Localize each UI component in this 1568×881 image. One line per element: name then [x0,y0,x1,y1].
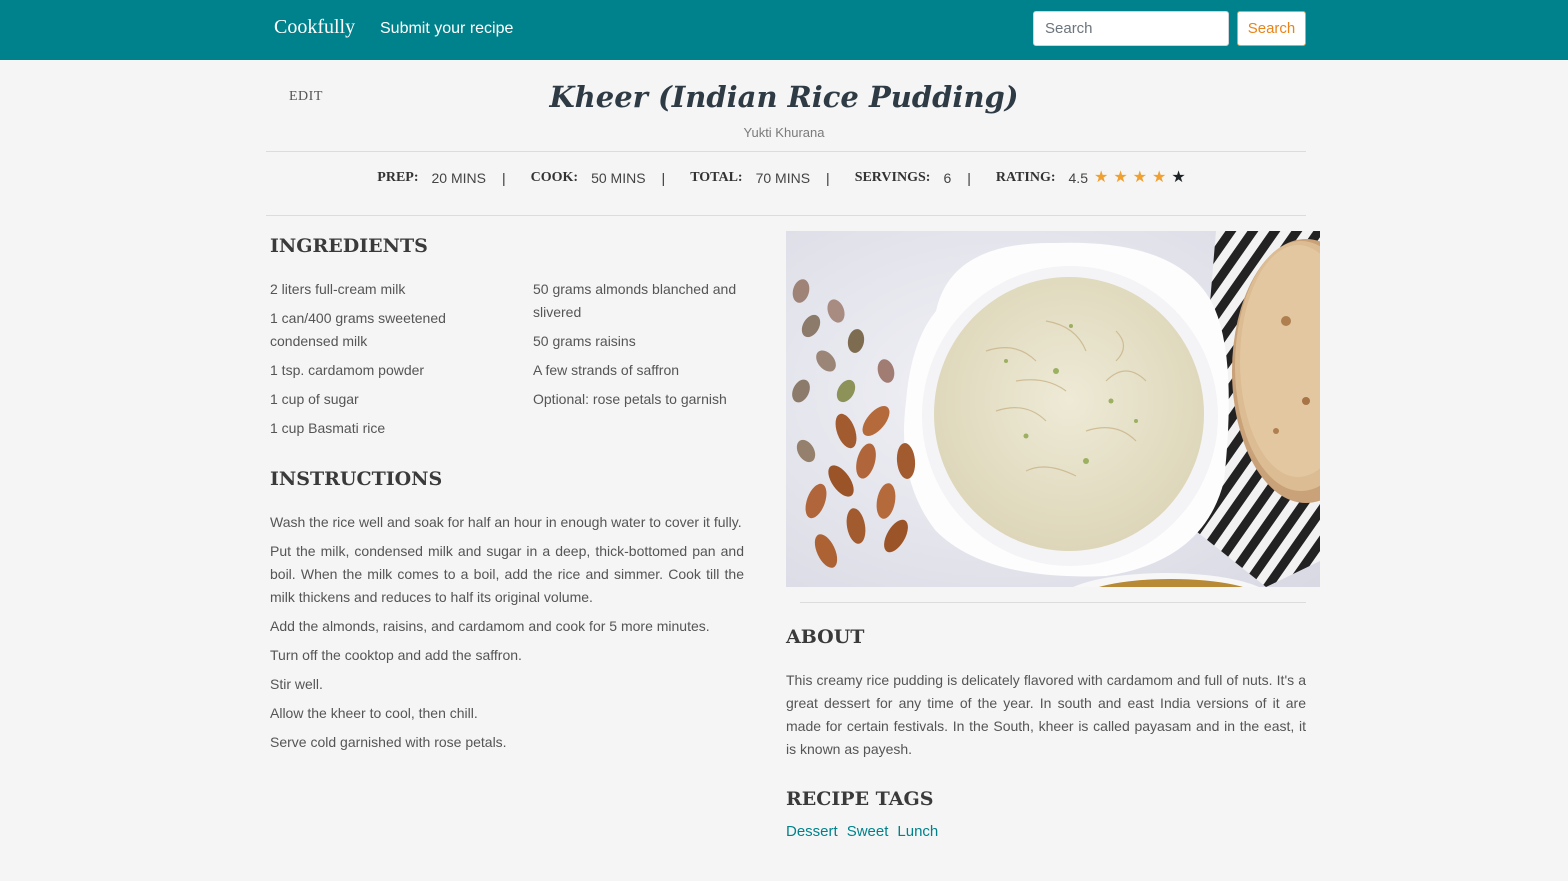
instruction-step: Turn off the cooktop and add the saffron… [270,647,522,663]
ingredient-item: Optional: rose petals to garnish [533,391,727,407]
recipe-tag-link[interactable]: Lunch [897,823,938,840]
rating-label: RATING: [995,170,1056,185]
instruction-step: Wash the rice well and soak for half an … [270,514,742,530]
ingredients-list-right: 50 grams almonds blanched and slivered 50… [533,278,748,417]
recipe-tag-link[interactable]: Dessert [786,823,838,840]
recipe-title: Kheer (Indian Rice Pudding) [549,80,1019,114]
rating: RATING: 4.5 ★ ★ ★ ★ ★ [995,170,1191,187]
star-icon: ★ [1152,169,1167,186]
total-label: TOTAL: [690,170,743,185]
rating-stars: ★ ★ ★ ★ ★ [1094,170,1191,186]
instruction-step: Put the milk, condensed milk and sugar i… [270,543,744,605]
rating-value: 4.5 [1068,170,1088,186]
recipe-meta-row: PREP: 20 MINS | COOK: 50 MINS | TOTAL: 7… [0,170,1568,187]
meta-divider [266,215,1306,216]
meta-separator: | [661,170,666,186]
search-input[interactable] [1033,11,1229,46]
ingredient-item: 1 tsp. cardamom powder [270,362,425,378]
search-button[interactable]: Search [1237,11,1306,46]
star-icon: ★ [1171,169,1186,186]
servings-value: 6 [943,170,952,186]
cook-time: COOK: 50 MINS | [531,170,691,186]
servings: SERVINGS: 6 | [855,170,996,186]
ingredient-item: 1 cup of sugar [270,391,359,407]
meta-separator: | [967,170,971,186]
prep-time: PREP: 20 MINS | [377,170,530,186]
prep-value: 20 MINS [431,170,486,186]
cook-label: COOK: [530,170,579,185]
brand-logo[interactable]: Cookfully [274,16,355,39]
instruction-step: Allow the kheer to cool, then chill. [270,705,478,721]
submit-recipe-link[interactable]: Submit your recipe [380,20,513,38]
instructions-heading: INSTRUCTIONS [270,468,443,490]
recipe-photo [786,231,1320,587]
recipe-tags-heading: RECIPE TAGS [786,788,934,810]
recipe-tag-link[interactable]: Sweet [847,823,889,840]
ingredient-item: 1 cup Basmati rice [270,420,386,436]
ingredients-list-left: 2 liters full-cream milk 1 can/400 grams … [270,278,485,446]
ingredient-item: 50 grams almonds blanched and slivered [533,281,737,320]
star-icon: ★ [1132,169,1148,186]
star-icon: ★ [1113,169,1128,186]
total-time: TOTAL: 70 MINS | [690,170,855,186]
instruction-step: Stir well. [270,676,323,692]
prep-label: PREP: [377,170,419,185]
about-heading: ABOUT [786,626,865,648]
star-icon: ★ [1093,169,1109,186]
ingredient-item: 2 liters full-cream milk [270,281,406,297]
meta-separator: | [501,170,506,186]
recipe-tags: Dessert Sweet Lunch [786,823,947,840]
navbar: Cookfully Submit your recipe Search [0,0,1568,60]
servings-label: SERVINGS: [854,170,931,185]
about-text: This creamy rice pudding is delicately f… [786,672,1306,757]
instruction-step: Serve cold garnished with rose petals. [270,734,507,750]
ingredients-heading: INGREDIENTS [270,235,428,257]
cook-value: 50 MINS [591,170,646,186]
total-value: 70 MINS [755,170,811,186]
image-divider [800,602,1306,603]
header-divider [266,151,1306,152]
instructions-list: Wash the rice well and soak for half an … [270,511,744,760]
ingredient-item: 1 can/400 grams sweetened condensed milk [270,310,446,349]
meta-separator: | [826,170,830,186]
recipe-author: Yukti Khurana [743,125,825,140]
ingredient-item: 50 grams raisins [533,333,636,349]
ingredient-item: A few strands of saffron [533,362,680,378]
instruction-step: Add the almonds, raisins, and cardamom a… [270,618,710,634]
